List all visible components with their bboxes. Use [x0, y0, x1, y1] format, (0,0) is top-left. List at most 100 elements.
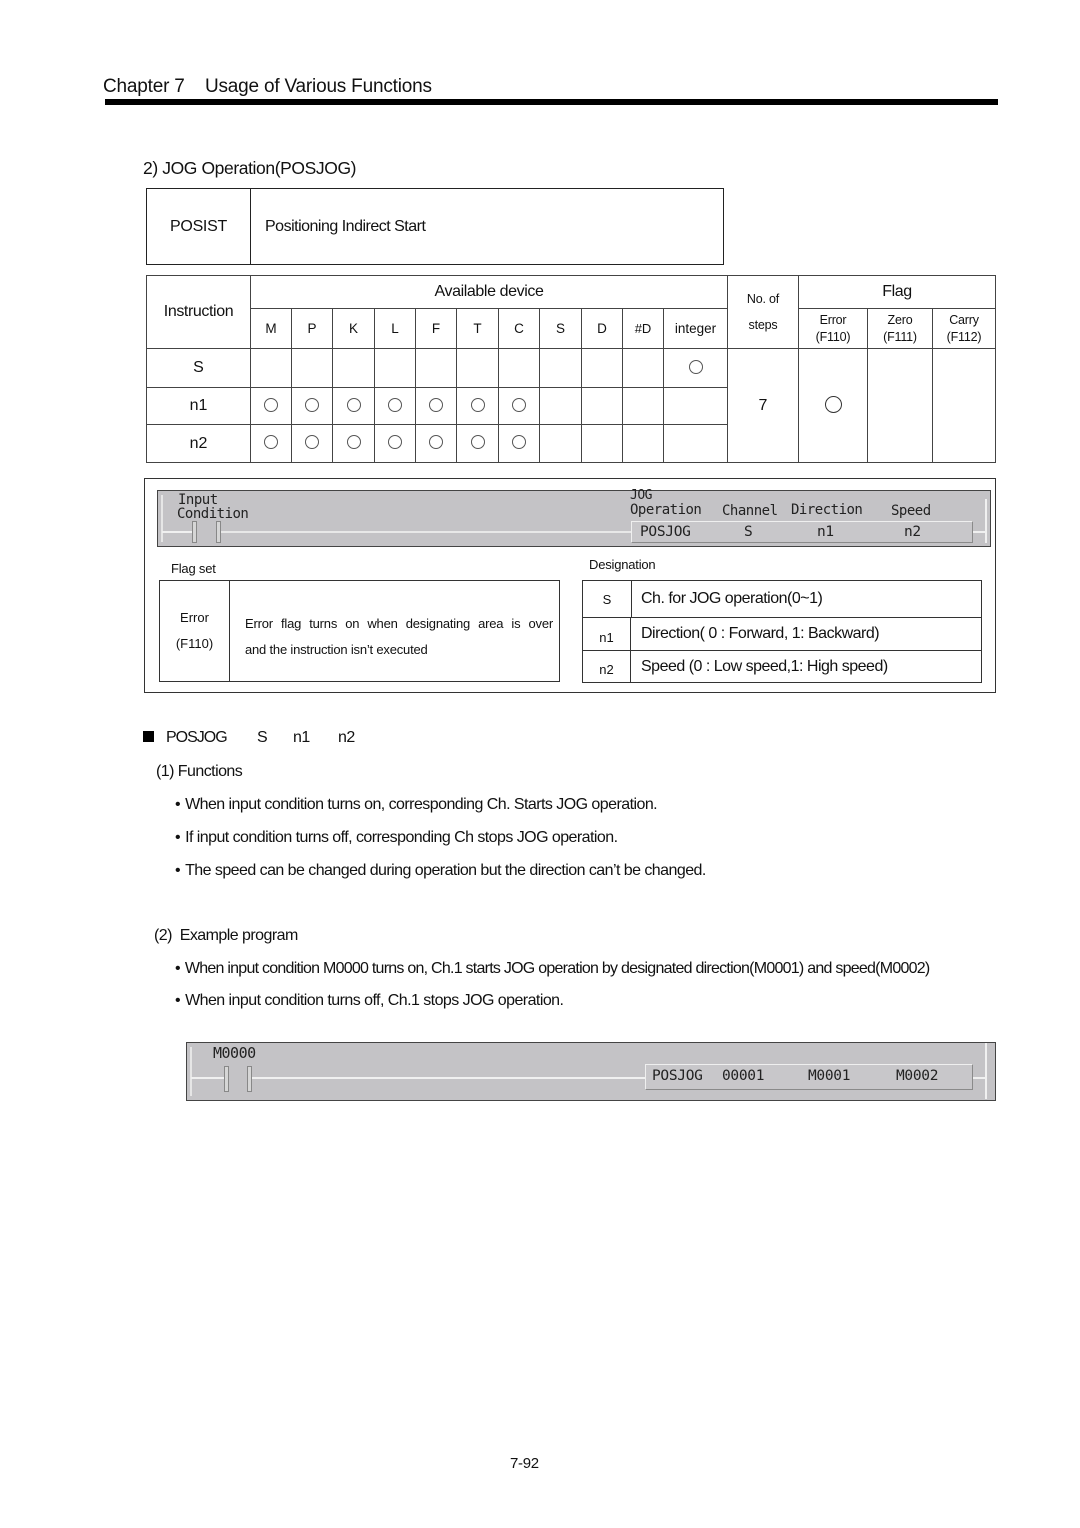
steps-header-line2: steps: [748, 318, 778, 332]
wire: [162, 531, 192, 533]
available-circle-icon: [470, 435, 485, 449]
available-circle-icon: [264, 435, 278, 449]
device-cell: [539, 348, 582, 388]
available-device-header: Available device: [250, 275, 728, 309]
flag-name: Error: [819, 312, 847, 327]
available-circle-icon: [305, 435, 319, 449]
designation-row: n2 Speed (0 : Low speed,1: High speed): [583, 651, 981, 682]
designation-value: Speed (0 : Low speed,1: High speed): [641, 657, 888, 675]
functions-bullet: If input condition turns off, correspond…: [175, 829, 618, 847]
contact-left-bar: [224, 1066, 229, 1092]
left-power-rail: [161, 495, 163, 542]
instruction-summary-box: POSIST Positioning Indirect Start: [146, 188, 724, 265]
right-power-rail: [985, 1043, 987, 1099]
flag-set-table: Error (F110) Error flag turns on when de…: [159, 580, 560, 682]
device-cell: [291, 387, 333, 425]
flag-error-header: Error (F110): [798, 308, 868, 349]
instruction-code: POSIST: [147, 189, 251, 264]
wire: [221, 531, 631, 533]
flag-name: Zero: [887, 312, 913, 327]
flag-zero-header: Zero (F111): [867, 308, 933, 349]
contact-label: M0000: [213, 1044, 256, 1062]
device-cell: [539, 424, 582, 463]
operand-n2: n2: [904, 524, 921, 540]
device-cell: [456, 387, 499, 425]
available-circle-icon: [305, 397, 319, 412]
flag-set-name: Error: [180, 610, 209, 625]
instruction-description: Positioning Indirect Start: [265, 217, 426, 235]
device-cell: [250, 424, 292, 463]
flag-set-code: (F110): [175, 636, 214, 651]
designation-caption: Designation: [589, 557, 656, 572]
device-header: F: [415, 308, 457, 349]
operand-s: S: [744, 524, 753, 540]
available-circle-icon: [388, 435, 402, 449]
flag-header: Flag: [798, 275, 996, 309]
device-cell: [374, 348, 416, 388]
device-cell: [456, 348, 499, 388]
instruction-mnemonic: POSJOG: [640, 524, 691, 540]
available-circle-icon: [388, 397, 402, 412]
syntax-operand-n1: n1: [293, 729, 310, 746]
device-cell: [332, 424, 375, 463]
flag-set-name-cell: Error (F110): [160, 581, 230, 681]
designation-row: S Ch. for JOG operation(0~1): [583, 581, 981, 618]
device-cell: [622, 424, 664, 463]
device-cell: [374, 424, 416, 463]
syntax-operand-n2: n2: [338, 729, 355, 746]
wire: [973, 1077, 985, 1079]
input-label-line2: Condition: [177, 506, 249, 522]
device-cell: [581, 348, 623, 388]
direction-operand: M0001: [808, 1068, 851, 1084]
example-ladder-diagram: M0000 POSJOG 00001 M0001 M0002: [186, 1042, 996, 1101]
example-bullet: When input condition turns off, Ch.1 sto…: [175, 992, 564, 1010]
functions-bullet: The speed can be changed during operatio…: [175, 862, 706, 880]
device-cell: [291, 424, 333, 463]
operand-n1: n1: [817, 524, 834, 540]
available-circle-icon: [470, 397, 485, 412]
device-cell: [250, 348, 292, 388]
designation-row: n1 Direction( 0 : Forward, 1: Backward): [583, 618, 981, 651]
designation-key: S: [583, 581, 632, 617]
available-device-table: Instruction Available device No. of steps…: [146, 275, 996, 463]
jog-label-line1: JOG: [630, 488, 652, 503]
device-cell: [250, 387, 292, 425]
example-bullet: When input condition M0000 turns on, Ch.…: [175, 960, 930, 978]
device-header: C: [498, 308, 540, 349]
steps-value: 7: [727, 348, 799, 463]
operand-row: S 7: [146, 348, 996, 463]
designation-value: Direction( 0 : Forward, 1: Backward): [641, 625, 880, 642]
device-cell: [456, 424, 499, 463]
flag-cell-carry: [932, 348, 996, 463]
flag-carry-header: Carry (F112): [932, 308, 996, 349]
syntax-instruction: POSJOG: [166, 729, 228, 746]
designation-table: S Ch. for JOG operation(0~1) n1 Directio…: [582, 580, 982, 683]
channel-label: Channel: [722, 503, 778, 519]
device-header: L: [374, 308, 416, 349]
device-cell: [581, 387, 623, 425]
device-cell: [663, 424, 728, 463]
designation-key: n2: [583, 651, 631, 682]
example-heading: (2) Example program: [154, 927, 298, 944]
steps-header: No. of steps: [727, 275, 799, 349]
chapter-title: Chapter 7 Usage of Various Functions: [103, 76, 432, 98]
device-cell: [415, 387, 457, 425]
speed-label: Speed: [891, 503, 931, 519]
functions-heading: (1) Functions: [156, 763, 243, 780]
chapter-number: Chapter 7: [103, 76, 185, 97]
device-cell: [539, 387, 582, 425]
flag-set-circle-icon: [824, 395, 842, 413]
chapter-rule-divider: [105, 99, 998, 105]
flag-set-caption: Flag set: [171, 561, 216, 576]
functions-bullet: When input condition turns on, correspon…: [175, 796, 658, 814]
device-cell: [291, 348, 333, 388]
flag-code: (F110): [815, 329, 851, 344]
contact-right-bar: [247, 1066, 252, 1092]
instruction-mnemonic: POSJOG: [652, 1068, 703, 1084]
designation-value: Ch. for JOG operation(0~1): [641, 590, 823, 607]
device-header-row: M P K L F T C S D #D integer Error (F110)…: [147, 308, 996, 349]
device-cell: [415, 348, 457, 388]
device-header: M: [250, 308, 292, 349]
device-cell: [374, 387, 416, 425]
available-circle-icon: [688, 359, 703, 374]
